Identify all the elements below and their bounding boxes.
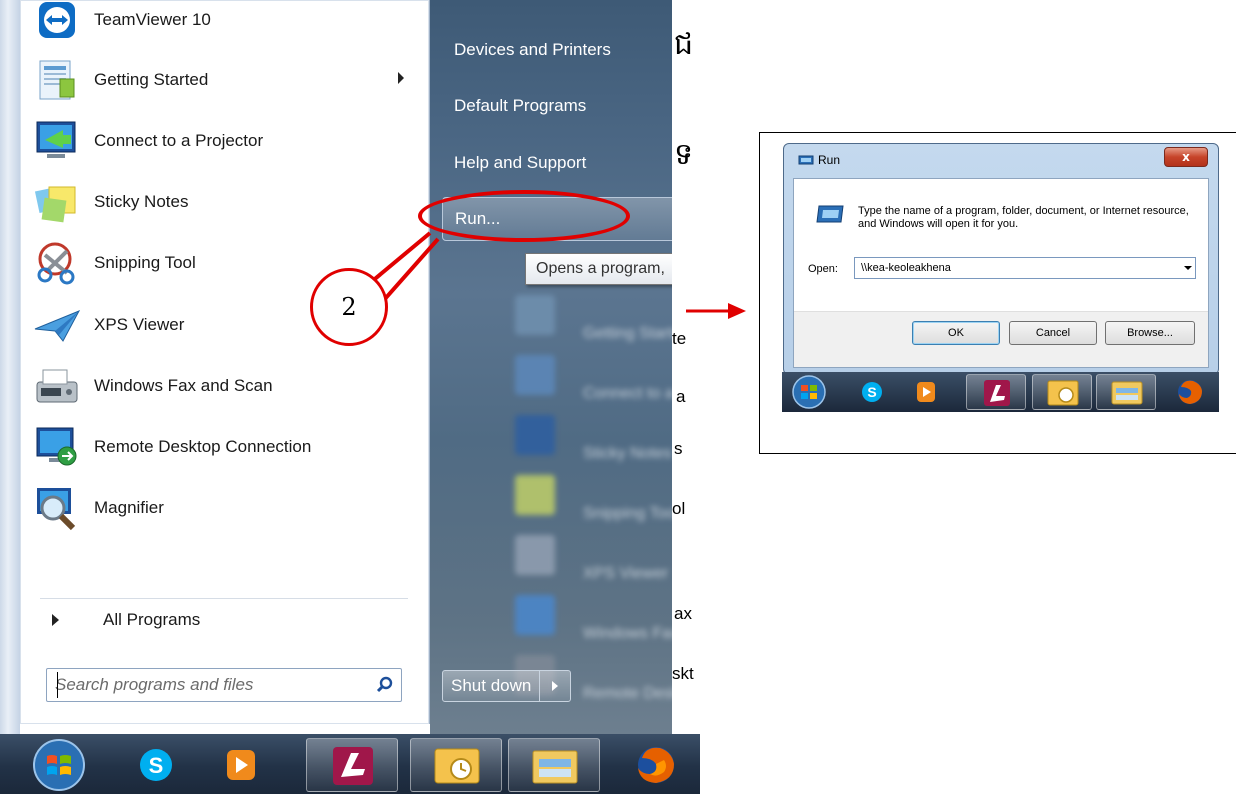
open-input[interactable] bbox=[855, 262, 1181, 274]
outlook-icon bbox=[434, 748, 480, 784]
run-program-icon bbox=[816, 203, 846, 229]
skype-icon: S bbox=[140, 749, 172, 781]
help-support-item[interactable]: Help and Support bbox=[442, 141, 682, 185]
shutdown-button[interactable]: Shut down bbox=[442, 670, 572, 702]
run-title: Run bbox=[818, 153, 841, 167]
separator bbox=[40, 598, 408, 599]
media-player-icon bbox=[917, 382, 935, 402]
close-button[interactable]: x bbox=[1164, 147, 1208, 167]
fax-icon bbox=[32, 361, 82, 411]
run-description: Type the name of a program, folder, docu… bbox=[858, 205, 1189, 230]
open-label: Open: bbox=[808, 263, 838, 275]
magnifier-icon bbox=[32, 483, 82, 533]
run-window-icon bbox=[798, 151, 814, 170]
start-menu: TeamViewer 10 Getting Started Connect to… bbox=[0, 0, 700, 734]
submenu-arrow-icon bbox=[398, 72, 404, 84]
access-icon bbox=[333, 747, 373, 785]
svg-text:S: S bbox=[149, 753, 164, 778]
projector-icon bbox=[32, 116, 82, 166]
program-label: Sticky Notes bbox=[94, 192, 189, 211]
program-label: Getting Started bbox=[94, 70, 209, 89]
triangle-right-icon bbox=[52, 614, 59, 626]
program-label: Connect to a Projector bbox=[94, 131, 264, 150]
step-number-badge: 2 bbox=[310, 268, 388, 346]
firefox-icon bbox=[1178, 380, 1202, 404]
paper-plane-icon bbox=[32, 300, 82, 350]
doc-fragment: ol bbox=[672, 499, 686, 518]
mini-media-player[interactable] bbox=[906, 374, 946, 410]
program-remote-desktop[interactable]: Remote Desktop Connection bbox=[32, 419, 422, 475]
teamviewer-icon bbox=[32, 0, 82, 45]
shutdown-options-arrow-icon[interactable] bbox=[540, 671, 570, 701]
program-connect-projector[interactable]: Connect to a Projector bbox=[32, 113, 422, 169]
taskbar-media-player[interactable] bbox=[210, 738, 272, 792]
windows-orb-icon[interactable] bbox=[22, 738, 96, 792]
default-programs-item[interactable]: Default Programs bbox=[442, 84, 682, 128]
program-label: TeamViewer 10 bbox=[94, 10, 211, 29]
ok-button[interactable]: OK bbox=[912, 321, 1000, 345]
svg-text:S: S bbox=[867, 384, 876, 400]
program-fax-scan[interactable]: Windows Fax and Scan bbox=[32, 358, 422, 414]
doc-fragment: ax bbox=[674, 604, 692, 623]
skype-icon: S bbox=[862, 382, 882, 402]
text-caret bbox=[57, 672, 58, 698]
remote-desktop-icon bbox=[32, 422, 82, 472]
search-input[interactable] bbox=[47, 670, 369, 700]
program-teamviewer[interactable]: TeamViewer 10 bbox=[32, 0, 422, 48]
doc-glyph: ជ bbox=[674, 27, 694, 62]
firefox-icon bbox=[638, 747, 674, 783]
cancel-button[interactable]: Cancel bbox=[1009, 321, 1097, 345]
mini-start-button[interactable] bbox=[786, 374, 832, 410]
taskbar-firefox[interactable] bbox=[612, 738, 700, 792]
program-label: Windows Fax and Scan bbox=[94, 376, 273, 395]
taskbar-access[interactable] bbox=[306, 738, 398, 792]
program-label: XPS Viewer bbox=[94, 315, 185, 334]
scissors-icon bbox=[32, 238, 82, 288]
search-icon[interactable] bbox=[369, 676, 401, 694]
devices-printers-item[interactable]: Devices and Printers bbox=[442, 28, 682, 72]
media-player-icon bbox=[227, 750, 255, 780]
taskbar-explorer[interactable] bbox=[508, 738, 600, 792]
run-dialog: Run x Type the name of a program, folder… bbox=[783, 143, 1219, 375]
program-magnifier[interactable]: Magnifier bbox=[32, 480, 422, 536]
dropdown-arrow-icon[interactable] bbox=[1181, 258, 1195, 278]
taskbar-outlook[interactable] bbox=[410, 738, 502, 792]
arrow-right-icon bbox=[686, 303, 746, 319]
taskbar-skype[interactable]: S bbox=[126, 738, 186, 792]
mini-skype[interactable]: S bbox=[854, 374, 890, 410]
browse-button[interactable]: Browse... bbox=[1105, 321, 1195, 345]
program-label: Remote Desktop Connection bbox=[94, 437, 312, 456]
programs-pane: TeamViewer 10 Getting Started Connect to… bbox=[20, 0, 430, 724]
program-label: Snipping Tool bbox=[94, 253, 196, 272]
program-label: Magnifier bbox=[94, 498, 164, 517]
doc-fragment: s bbox=[674, 439, 683, 458]
windows-orb-icon bbox=[792, 375, 826, 409]
start-menu-edge bbox=[0, 0, 20, 734]
folder-icon bbox=[1111, 381, 1143, 405]
start-button[interactable] bbox=[22, 738, 96, 792]
access-icon bbox=[984, 380, 1010, 406]
doc-glyph: ទ bbox=[674, 137, 694, 172]
open-combobox[interactable] bbox=[854, 257, 1196, 279]
program-getting-started[interactable]: Getting Started bbox=[32, 52, 422, 108]
outlook-icon bbox=[1047, 380, 1079, 406]
doc-fragment: te bbox=[672, 329, 687, 348]
program-sticky-notes[interactable]: Sticky Notes bbox=[32, 174, 422, 230]
run-dialog-body: Type the name of a program, folder, docu… bbox=[793, 178, 1209, 368]
document-background: ជ ទ te a s ol ax skt bbox=[672, 0, 700, 734]
folder-icon bbox=[532, 750, 578, 784]
getting-started-icon bbox=[32, 55, 82, 105]
mini-outlook[interactable] bbox=[1032, 374, 1092, 410]
sticky-notes-icon bbox=[32, 177, 82, 227]
mini-access[interactable] bbox=[966, 374, 1026, 410]
doc-fragment: skt bbox=[672, 664, 694, 683]
run-titlebar: Run x bbox=[784, 144, 1218, 176]
mini-firefox[interactable] bbox=[1162, 374, 1218, 410]
search-box[interactable] bbox=[46, 668, 402, 702]
mini-explorer[interactable] bbox=[1096, 374, 1156, 410]
all-programs-button[interactable]: All Programs bbox=[32, 600, 412, 640]
shutdown-label[interactable]: Shut down bbox=[443, 671, 541, 701]
doc-fragment: a bbox=[676, 387, 686, 406]
all-programs-label: All Programs bbox=[103, 610, 201, 629]
